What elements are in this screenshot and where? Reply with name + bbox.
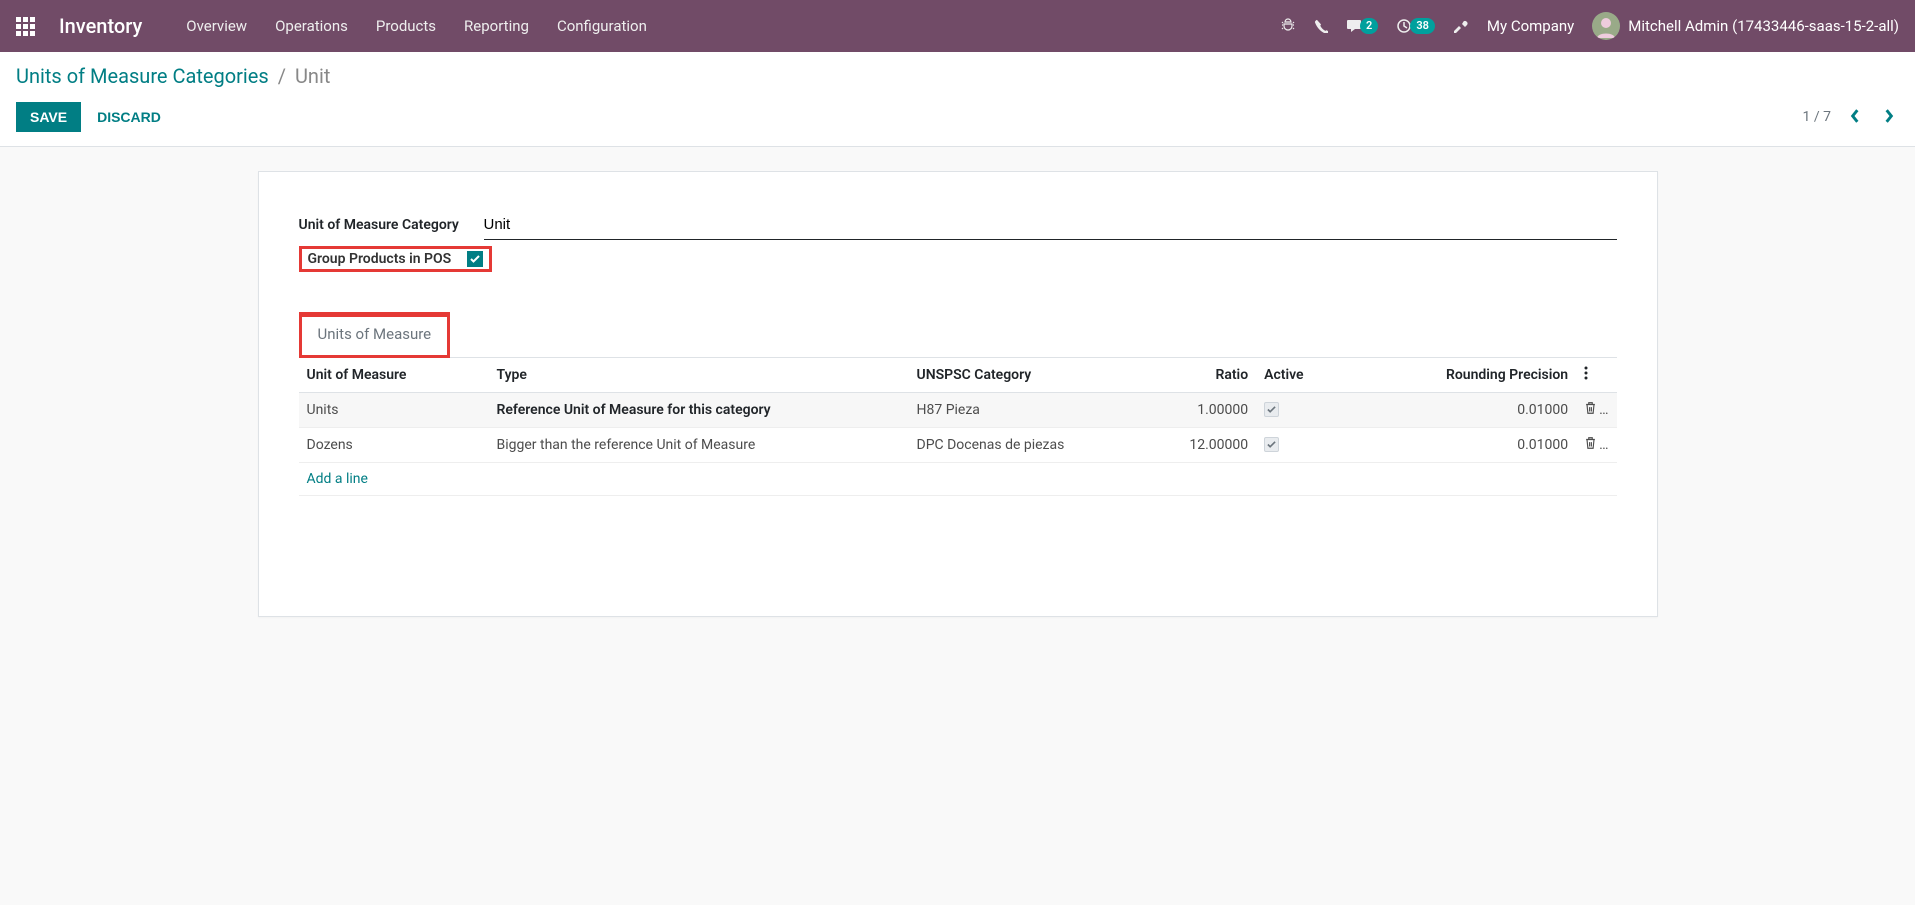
checkbox-active[interactable] — [1264, 437, 1279, 452]
pager-text[interactable]: 1 / 7 — [1803, 109, 1831, 125]
label-group-pos: Group Products in POS — [308, 251, 452, 267]
nav-menu: Overview Operations Products Reporting C… — [186, 17, 647, 35]
add-line-link[interactable]: Add a line — [307, 471, 368, 487]
row-more[interactable]: … — [1599, 402, 1608, 418]
activities-badge: 38 — [1410, 18, 1435, 34]
bug-icon[interactable] — [1280, 18, 1296, 34]
row-more[interactable]: … — [1599, 437, 1608, 453]
nav-menu-products[interactable]: Products — [376, 17, 436, 35]
discard-button[interactable]: DISCARD — [97, 102, 161, 132]
highlight-tab: Units of Measure — [299, 312, 451, 358]
breadcrumb-separator: / — [278, 64, 286, 88]
nav-menu-overview[interactable]: Overview — [186, 17, 247, 35]
table-header-row: Unit of Measure Type UNSPSC Category Rat… — [299, 358, 1617, 393]
label-uom-category: Unit of Measure Category — [299, 212, 484, 236]
top-navbar: Inventory Overview Operations Products R… — [0, 0, 1915, 52]
input-uom-category[interactable] — [484, 212, 1617, 240]
cell-type[interactable]: Reference Unit of Measure for this categ… — [489, 393, 909, 428]
control-bar: Units of Measure Categories / Unit SAVE … — [0, 52, 1915, 147]
cell-rounding[interactable]: 0.01000 — [1366, 393, 1576, 428]
cell-active[interactable] — [1256, 393, 1366, 428]
breadcrumb-current: Unit — [295, 64, 330, 88]
avatar — [1592, 12, 1620, 40]
uom-table: Unit of Measure Type UNSPSC Category Rat… — [299, 357, 1617, 496]
cell-ratio[interactable]: 1.00000 — [1126, 393, 1256, 428]
trash-icon[interactable] — [1584, 401, 1597, 419]
cell-uom[interactable]: Dozens — [299, 428, 489, 463]
apps-icon[interactable] — [16, 17, 35, 36]
pager: 1 / 7 — [1803, 107, 1899, 128]
pager-next-icon[interactable] — [1879, 107, 1899, 128]
user-menu[interactable]: Mitchell Admin (17433446-saas-15-2-all) — [1592, 12, 1899, 40]
phone-icon[interactable] — [1314, 19, 1328, 33]
cell-uom[interactable]: Units — [299, 393, 489, 428]
nav-left: Inventory Overview Operations Products R… — [16, 14, 647, 38]
th-type[interactable]: Type — [489, 358, 909, 393]
nav-menu-operations[interactable]: Operations — [275, 17, 348, 35]
messages-badge: 2 — [1360, 18, 1378, 34]
cell-actions: … — [1576, 393, 1616, 428]
activities-icon[interactable]: 38 — [1396, 18, 1435, 34]
tabs: Units of Measure — [299, 312, 1617, 358]
nav-menu-reporting[interactable]: Reporting — [464, 17, 529, 35]
th-unspsc[interactable]: UNSPSC Category — [909, 358, 1127, 393]
th-rounding[interactable]: Rounding Precision — [1366, 358, 1576, 393]
cell-unspsc[interactable]: H87 Pieza — [909, 393, 1127, 428]
user-name: Mitchell Admin (17433446-saas-15-2-all) — [1628, 17, 1899, 35]
tools-icon[interactable] — [1453, 18, 1469, 34]
checkbox-active[interactable] — [1264, 402, 1279, 417]
form-sheet: Unit of Measure Category Group Products … — [258, 171, 1658, 617]
breadcrumb-parent[interactable]: Units of Measure Categories — [16, 64, 269, 88]
cell-active[interactable] — [1256, 428, 1366, 463]
th-ratio[interactable]: Ratio — [1126, 358, 1256, 393]
content-area: Unit of Measure Category Group Products … — [0, 147, 1915, 641]
action-row: SAVE DISCARD 1 / 7 — [16, 102, 1899, 132]
field-category-wrap — [484, 212, 1617, 240]
nav-right: 2 38 My Company Mitchell Admin (17433446… — [1280, 12, 1899, 40]
company-name[interactable]: My Company — [1487, 17, 1574, 35]
breadcrumb: Units of Measure Categories / Unit — [16, 64, 1899, 88]
cell-type[interactable]: Bigger than the reference Unit of Measur… — [489, 428, 909, 463]
field-category-row: Unit of Measure Category — [299, 212, 1617, 240]
messages-icon[interactable]: 2 — [1346, 18, 1378, 34]
pager-prev-icon[interactable] — [1845, 107, 1865, 128]
nav-menu-configuration[interactable]: Configuration — [557, 17, 647, 35]
save-button[interactable]: SAVE — [16, 102, 81, 132]
th-options-icon[interactable] — [1576, 358, 1616, 393]
cell-ratio[interactable]: 12.00000 — [1126, 428, 1256, 463]
th-uom[interactable]: Unit of Measure — [299, 358, 489, 393]
app-brand[interactable]: Inventory — [59, 14, 142, 38]
cell-actions: … — [1576, 428, 1616, 463]
th-active[interactable]: Active — [1256, 358, 1366, 393]
checkbox-group-pos[interactable] — [467, 251, 483, 267]
table-row[interactable]: UnitsReference Unit of Measure for this … — [299, 393, 1617, 428]
field-group-pos-row: Group Products in POS — [299, 246, 1617, 272]
cell-unspsc[interactable]: DPC Docenas de piezas — [909, 428, 1127, 463]
tab-uom[interactable]: Units of Measure — [302, 317, 448, 355]
add-line-row: Add a line — [299, 463, 1617, 496]
cell-rounding[interactable]: 0.01000 — [1366, 428, 1576, 463]
trash-icon[interactable] — [1584, 436, 1597, 454]
highlight-group-pos: Group Products in POS — [299, 246, 493, 272]
table-row[interactable]: DozensBigger than the reference Unit of … — [299, 428, 1617, 463]
